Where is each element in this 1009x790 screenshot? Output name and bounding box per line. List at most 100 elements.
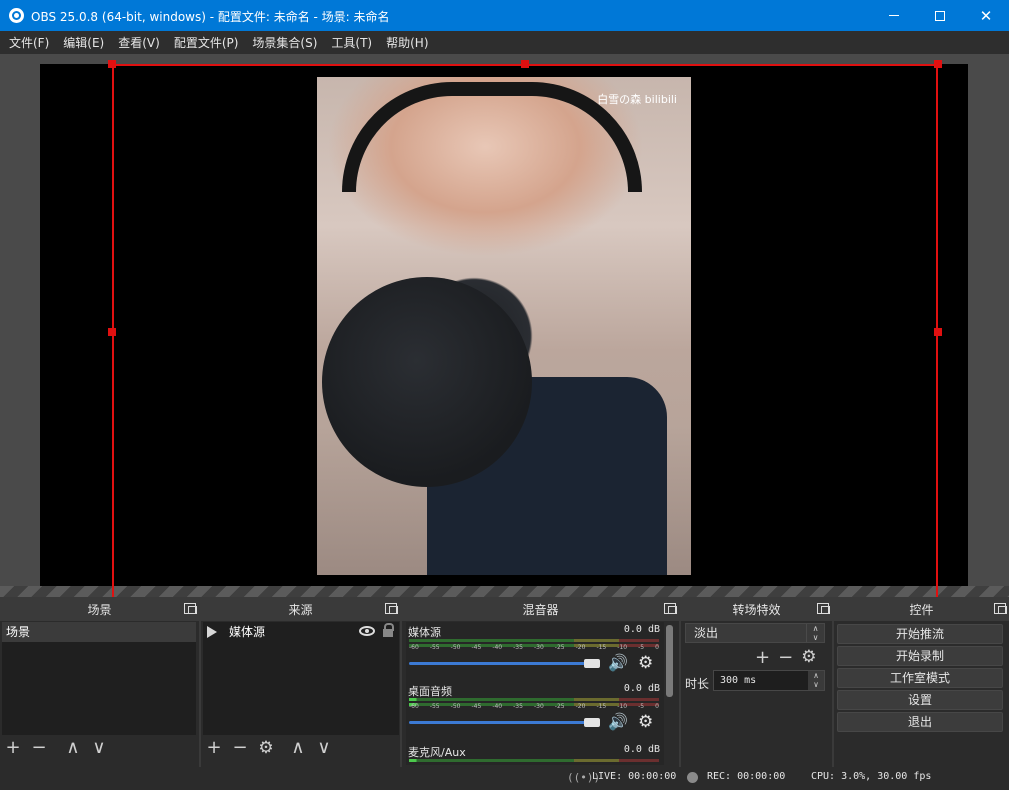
start-recording-button[interactable]: 开始录制	[837, 646, 1003, 666]
scene-list[interactable]: 场景	[2, 622, 196, 735]
channel-db: 0.0 dB	[623, 624, 660, 635]
transition-selected: 淡出	[694, 626, 719, 640]
source-list[interactable]: 媒体源	[203, 622, 399, 735]
float-dock-icon[interactable]	[664, 603, 677, 614]
float-dock-icon[interactable]	[994, 603, 1007, 614]
meter-tick: -25	[554, 644, 565, 651]
remove-scene-icon[interactable]: −	[30, 737, 48, 758]
channel-settings-gear-icon[interactable]: ⚙	[638, 654, 656, 672]
resize-handle[interactable]	[934, 60, 942, 68]
meter-tick: -30	[533, 644, 544, 651]
live-timer: LIVE: 00:00:00	[592, 771, 677, 782]
source-toolbar: + − ⚙ ∧ ∨	[205, 737, 333, 758]
meter-tick: -35	[513, 644, 523, 651]
close-icon: ✕	[979, 6, 993, 25]
speaker-icon[interactable]: 🔊	[608, 655, 630, 671]
visibility-eye-icon[interactable]	[359, 626, 375, 636]
meter-tick: -5	[638, 703, 645, 710]
maximize-icon	[935, 10, 945, 21]
remove-source-icon[interactable]: −	[231, 737, 249, 758]
menu-help[interactable]: 帮助(H)	[379, 34, 435, 51]
lock-icon[interactable]	[383, 623, 394, 637]
duration-value: 300 ms	[720, 675, 757, 686]
volume-slider-handle[interactable]	[584, 659, 600, 668]
add-scene-icon[interactable]: +	[4, 737, 22, 758]
channel-name: 麦克风/Aux	[408, 746, 466, 759]
duration-stepper-icon[interactable]: ∧ ∨	[808, 671, 824, 690]
studio-mode-button[interactable]: 工作室模式	[837, 668, 1003, 688]
move-down-icon[interactable]: ∨	[90, 737, 108, 758]
float-dock-icon[interactable]	[184, 603, 197, 614]
start-streaming-button[interactable]: 开始推流	[837, 624, 1003, 644]
meter-tick: -20	[575, 703, 586, 710]
menu-bar: 文件(F) 编辑(E) 查看(V) 配置文件(P) 场景集合(S) 工具(T) …	[0, 31, 1009, 54]
transition-select[interactable]: 淡出 ∧ ∨	[685, 623, 825, 643]
menu-scene-collection[interactable]: 场景集合(S)	[245, 34, 324, 51]
scenes-title: 场景	[0, 599, 199, 621]
meter-tick: -40	[492, 703, 503, 710]
chevron-up-down-icon: ∧ ∨	[806, 624, 824, 642]
channel-db: 0.0 dB	[623, 683, 660, 694]
maximize-button[interactable]	[917, 0, 963, 31]
volume-slider[interactable]	[409, 721, 599, 724]
speaker-icon[interactable]: 🔊	[608, 714, 630, 730]
meter-tick: -30	[533, 703, 544, 710]
meter-tick: -10	[617, 703, 628, 710]
meter-tick: -20	[575, 644, 586, 651]
float-dock-icon[interactable]	[385, 603, 398, 614]
menu-tools[interactable]: 工具(T)	[324, 34, 379, 51]
settings-button[interactable]: 设置	[837, 690, 1003, 710]
meter-tick: 0	[655, 644, 659, 651]
float-dock-icon[interactable]	[817, 603, 830, 614]
move-up-icon[interactable]: ∧	[289, 737, 307, 758]
meter-scale: -60 -55 -50 -45 -40 -35 -30 -25 -20 -15 -10 -5 0	[409, 703, 659, 710]
duration-input[interactable]: 300 ms ∧ ∨	[713, 670, 825, 691]
add-transition-icon[interactable]: +	[755, 647, 770, 668]
minimize-button[interactable]	[871, 0, 917, 31]
close-button[interactable]: ✕	[963, 0, 1009, 31]
obs-logo-icon	[9, 8, 24, 23]
meter-tick: -35	[513, 703, 523, 710]
menu-edit[interactable]: 编辑(E)	[56, 34, 111, 51]
menu-file[interactable]: 文件(F)	[2, 34, 56, 51]
menu-profile[interactable]: 配置文件(P)	[167, 34, 246, 51]
source-properties-gear-icon[interactable]: ⚙	[257, 738, 275, 758]
move-down-icon[interactable]: ∨	[315, 737, 333, 758]
volume-slider-handle[interactable]	[584, 718, 600, 727]
volume-slider[interactable]	[409, 662, 599, 665]
meter-tick: -60	[409, 644, 419, 651]
exit-button[interactable]: 退出	[837, 712, 1003, 732]
move-up-icon[interactable]: ∧	[64, 737, 82, 758]
record-dot-icon	[687, 772, 698, 783]
meter-tick: -55	[429, 703, 440, 710]
channel-settings-gear-icon[interactable]: ⚙	[638, 713, 656, 731]
mixer-title: 混音器	[402, 599, 679, 621]
source-item[interactable]: 媒体源	[203, 622, 399, 642]
minimize-icon	[889, 15, 899, 16]
menu-view[interactable]: 查看(V)	[111, 34, 167, 51]
controls-dock: 控件 开始推流 开始录制 工作室模式 设置 退出	[834, 599, 1009, 767]
meter-tick: -50	[450, 644, 461, 651]
add-source-icon[interactable]: +	[205, 737, 223, 758]
resize-handle[interactable]	[108, 328, 116, 336]
channel-name: 媒体源	[408, 626, 441, 639]
audio-meter	[409, 639, 659, 642]
meter-tick: -40	[492, 644, 503, 651]
remove-transition-icon[interactable]: −	[778, 647, 793, 668]
mixer-scrollbar[interactable]	[666, 625, 673, 697]
meter-tick: 0	[655, 703, 659, 710]
transition-settings-gear-icon[interactable]: ⚙	[801, 647, 816, 668]
scene-item[interactable]: 场景	[2, 622, 196, 642]
resize-handle[interactable]	[108, 60, 116, 68]
source-selection-box[interactable]	[112, 64, 938, 597]
scenes-dock: 场景 场景 + − ∧ ∨	[0, 599, 199, 767]
play-icon[interactable]	[207, 626, 217, 638]
resize-handle[interactable]	[521, 60, 529, 68]
window-title: OBS 25.0.8 (64-bit, windows) - 配置文件: 未命名…	[31, 10, 390, 24]
resize-handle[interactable]	[934, 328, 942, 336]
audio-meter	[409, 698, 659, 701]
meter-tick: -45	[471, 644, 482, 651]
scene-toolbar: + − ∧ ∨	[4, 737, 108, 758]
channel-name: 桌面音频	[408, 685, 452, 698]
transitions-dock: 转场特效 淡出 ∧ ∨ + − ⚙ 时长 300 ms ∧ ∨	[681, 599, 832, 767]
